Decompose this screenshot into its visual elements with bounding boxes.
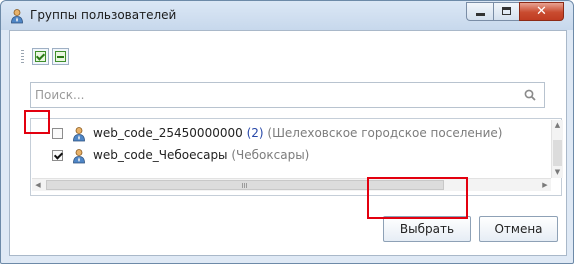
list-item[interactable]: web_code_Чебоесары (Чебоксары) (31, 145, 541, 167)
close-icon: ✕ (536, 4, 547, 19)
checkbox-highlight-frame (24, 110, 50, 134)
check-all-button[interactable] (32, 48, 49, 65)
search-input[interactable] (35, 86, 505, 104)
title-bar[interactable]: Группы пользователей ✕ (1, 1, 573, 30)
cancel-button[interactable]: Отмена (479, 216, 558, 242)
maximize-icon (502, 7, 511, 15)
dialog-content: web_code_25450000000 (2) (Шелеховское го… (9, 30, 567, 256)
toolbar-grip[interactable] (21, 50, 24, 64)
groups-list: web_code_25450000000 (2) (Шелеховское го… (30, 118, 563, 196)
close-button[interactable]: ✕ (519, 2, 564, 21)
user-groups-dialog: Группы пользователей ✕ Поиск... web_code… (0, 0, 574, 264)
uncheck-all-icon (55, 51, 66, 62)
user-icon (73, 149, 85, 164)
scroll-down-icon[interactable]: ▼ (552, 167, 563, 178)
minimize-icon (476, 13, 485, 16)
select-button[interactable]: Выбрать (383, 216, 471, 242)
horizontal-scrollbar[interactable]: ◀ ▶ (32, 178, 551, 191)
group-checkbox[interactable] (52, 128, 63, 139)
group-name: web_code_25450000000 (93, 126, 243, 140)
maximize-button[interactable] (493, 2, 519, 21)
user-group-icon (11, 9, 23, 24)
group-count: (2) (246, 126, 264, 140)
group-label: web_code_Чебоесары (Чебоксары) (93, 148, 309, 162)
scroll-left-icon[interactable]: ◀ (32, 179, 44, 191)
group-name: web_code_Чебоесары (93, 148, 228, 162)
group-checkbox[interactable] (52, 150, 63, 161)
scroll-right-icon[interactable]: ▶ (539, 179, 551, 191)
list-item[interactable]: web_code_25450000000 (2) (Шелеховское го… (31, 123, 541, 145)
button-highlight-frame (367, 177, 468, 219)
scroll-grip-icon (242, 183, 248, 188)
scroll-up-icon[interactable]: ▲ (552, 120, 563, 131)
search-box (30, 82, 545, 108)
group-label: web_code_25450000000 (2) (Шелеховское го… (93, 126, 502, 140)
group-description: (Чебоксары) (231, 148, 310, 162)
user-icon (73, 127, 85, 142)
vertical-scrollbar[interactable]: ▲ ▼ (551, 120, 563, 178)
minimize-button[interactable] (466, 2, 493, 21)
uncheck-all-button[interactable] (52, 48, 69, 65)
window-title: Группы пользователей (30, 8, 177, 22)
check-all-icon (35, 51, 46, 62)
vertical-scroll-thumb[interactable] (553, 140, 562, 166)
group-description: (Шелеховское городское поселение) (267, 126, 503, 140)
search-icon[interactable] (524, 89, 536, 101)
